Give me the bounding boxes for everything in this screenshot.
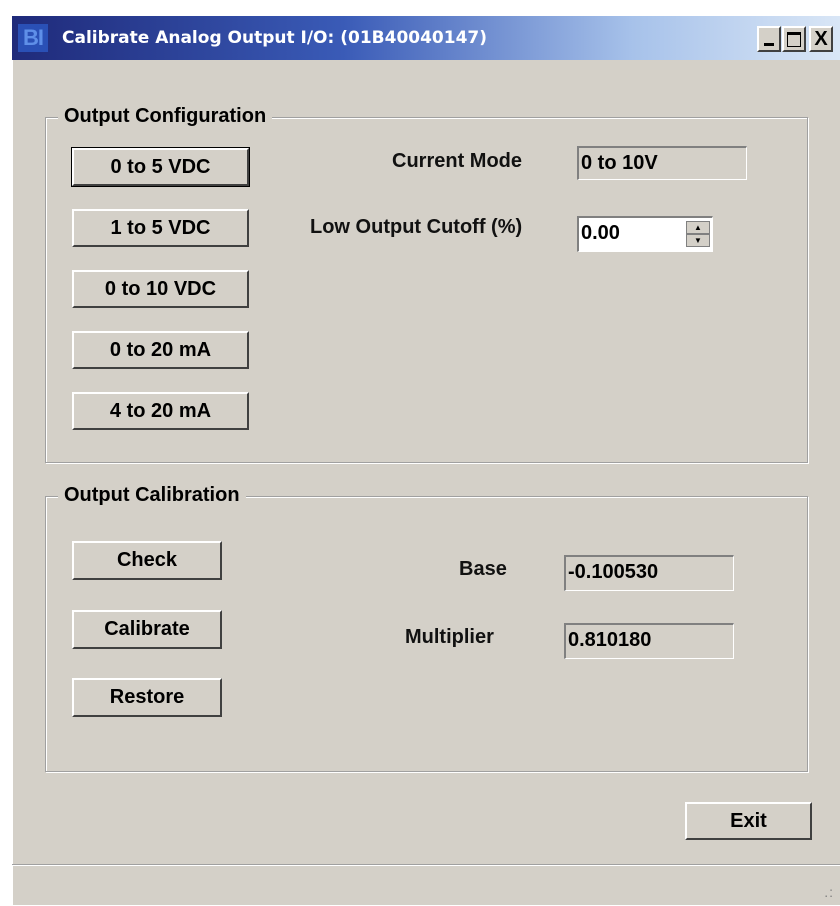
resize-grip-icon[interactable]: .: (824, 884, 834, 900)
mode-0-20-ma-button[interactable]: 0 to 20 mA (72, 331, 249, 369)
mode-0-10-vdc-button[interactable]: 0 to 10 VDC (72, 270, 249, 308)
title-bar[interactable]: BI Calibrate Analog Output I/O: (01B4004… (12, 16, 840, 60)
close-icon: X (814, 27, 828, 50)
status-bar: .: (12, 864, 840, 906)
base-label: Base (459, 558, 507, 580)
spin-down-icon[interactable]: ▼ (686, 234, 710, 247)
current-mode-label: Current Mode (392, 150, 522, 172)
window-title: Calibrate Analog Output I/O: (01B4004014… (62, 28, 488, 48)
low-output-cutoff-stepper[interactable]: 0.00 ▲ ▼ (577, 216, 713, 252)
restore-button[interactable]: Restore (72, 678, 222, 717)
minimize-icon (764, 42, 774, 46)
calibrate-dialog: BI Calibrate Analog Output I/O: (01B4004… (12, 16, 840, 905)
maximize-icon (787, 31, 801, 47)
base-value: -0.100530 (564, 555, 734, 591)
calibrate-button[interactable]: Calibrate (72, 610, 222, 649)
mode-0-5-vdc-button[interactable]: 0 to 5 VDC (71, 147, 250, 187)
multiplier-value: 0.810180 (564, 623, 734, 659)
output-configuration-title: Output Configuration (58, 105, 273, 128)
spin-buttons[interactable]: ▲ ▼ (686, 221, 710, 247)
maximize-button[interactable] (782, 26, 806, 52)
minimize-button[interactable] (757, 26, 781, 52)
exit-button[interactable]: Exit (685, 802, 812, 840)
mode-4-20-ma-button[interactable]: 4 to 20 mA (72, 392, 249, 430)
spin-up-icon[interactable]: ▲ (686, 221, 710, 234)
low-output-cutoff-label: Low Output Cutoff (%) (310, 216, 523, 238)
multiplier-label: Multiplier (405, 626, 494, 648)
current-mode-value: 0 to 10V (577, 146, 747, 180)
app-logo-icon: BI (18, 24, 48, 52)
low-output-cutoff-value: 0.00 (581, 222, 620, 244)
mode-1-5-vdc-button[interactable]: 1 to 5 VDC (72, 209, 249, 247)
output-calibration-title: Output Calibration (58, 484, 246, 507)
close-button[interactable]: X (809, 26, 833, 52)
check-button[interactable]: Check (72, 541, 222, 580)
